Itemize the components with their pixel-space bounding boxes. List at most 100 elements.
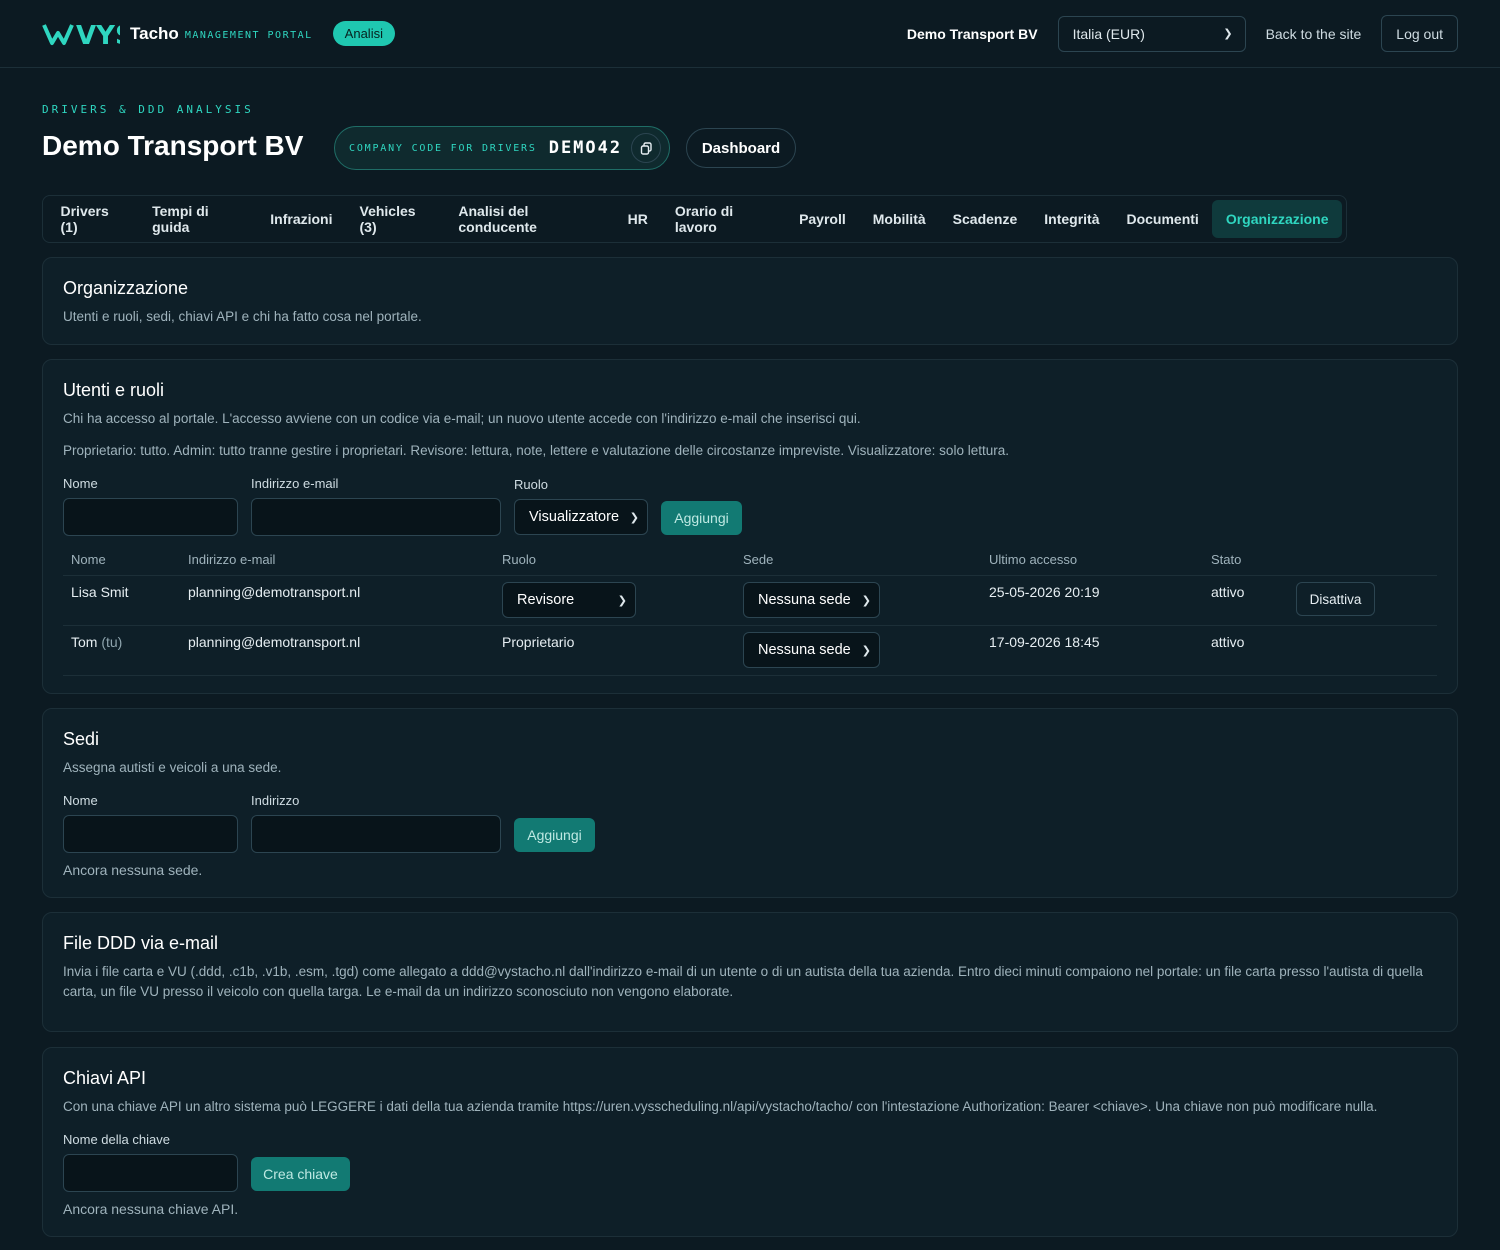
users-title: Utenti e ruoli	[63, 380, 165, 400]
tab-documenti[interactable]: Documenti	[1113, 200, 1212, 238]
eyebrow: DRIVERS & DDD ANALYSIS	[42, 103, 254, 116]
deactivate-button[interactable]: Disattiva	[1296, 582, 1375, 616]
org-desc: Utenti e ruoli, sedi, chiavi API e chi h…	[63, 309, 422, 324]
api-empty: Ancora nessuna chiave API.	[63, 1201, 239, 1217]
api-key-label: Nome della chiave	[63, 1132, 170, 1147]
tab-integrita[interactable]: Integrità	[1031, 200, 1113, 238]
row-last-access: 25-05-2026 20:19	[989, 584, 1100, 600]
copy-icon	[640, 141, 652, 155]
user-name-input[interactable]	[63, 498, 238, 536]
chevron-down-icon: ❯	[617, 594, 627, 607]
sites-desc: Assegna autisti e veicoli a una sede.	[63, 760, 282, 775]
analisi-badge: Analisi	[332, 21, 395, 46]
row-role-value: Revisore	[517, 592, 575, 608]
tab-infrazioni[interactable]: Infrazioni	[257, 200, 346, 238]
col-sede: Sede	[743, 552, 774, 567]
tab-hr[interactable]: HR	[614, 200, 661, 238]
users-desc-1: Chi ha accesso al portale. L'accesso avv…	[63, 411, 861, 426]
tab-scadenze[interactable]: Scadenze	[939, 200, 1031, 238]
table-divider	[63, 575, 1437, 576]
add-user-label: Aggiungi	[674, 510, 729, 526]
user-email-input[interactable]	[251, 498, 501, 536]
company-code-value: DEMO42	[548, 138, 623, 158]
row-email: planning@demotransport.nl	[188, 634, 361, 650]
row-site-select[interactable]: Nessuna sede ❯	[743, 582, 880, 618]
row-name: Tom (tu)	[71, 634, 122, 650]
user-email-label: Indirizzo e-mail	[251, 476, 339, 491]
row-last-access: 17-09-2026 18:45	[989, 634, 1100, 650]
col-ruolo: Ruolo	[502, 552, 536, 567]
company-code-pill: COMPANY CODE FOR DRIVERS DEMO42	[334, 126, 670, 170]
site-address-input[interactable]	[251, 815, 501, 853]
company-name: Demo Transport BV	[906, 25, 1038, 42]
api-keys-card: Chiavi API Con una chiave API un altro s…	[42, 1047, 1458, 1237]
company-code-label: COMPANY CODE FOR DRIVERS	[349, 142, 537, 154]
add-site-label: Aggiungi	[527, 827, 582, 843]
org-title: Organizzazione	[63, 278, 189, 298]
nav-tabs: Drivers (1) Tempi di guida Infrazioni Ve…	[42, 195, 1347, 243]
row-role-select[interactable]: Revisore ❯	[502, 582, 636, 618]
tab-mobilita[interactable]: Mobilità	[859, 200, 939, 238]
col-ultimo-accesso: Ultimo accesso	[989, 552, 1078, 567]
copy-code-button[interactable]	[631, 133, 661, 163]
sites-title: Sedi	[63, 729, 100, 749]
logo[interactable]: VYS Tacho MANAGEMENT PORTAL Analisi	[42, 19, 395, 49]
sites-card: Sedi Assegna autisti e veicoli a una sed…	[42, 708, 1458, 898]
top-bar: VYS Tacho MANAGEMENT PORTAL Analisi Demo…	[0, 0, 1500, 68]
site-address-label: Indirizzo	[251, 793, 300, 808]
dashboard-label: Dashboard	[701, 139, 781, 157]
tab-drivers[interactable]: Drivers (1)	[47, 200, 139, 238]
row-site-value: Nessuna sede	[758, 642, 851, 658]
sites-empty: Ancora nessuna sede.	[63, 862, 203, 878]
create-key-label: Crea chiave	[263, 1166, 338, 1182]
col-email: Indirizzo e-mail	[188, 552, 276, 567]
api-key-input[interactable]	[63, 1154, 238, 1192]
row-site-select[interactable]: Nessuna sede ❯	[743, 632, 880, 668]
row-name-text: Tom	[71, 634, 98, 650]
user-role-select[interactable]: Visualizzatore ❯	[514, 499, 648, 535]
vys-logo-icon: VYS	[42, 21, 120, 49]
add-user-button[interactable]: Aggiungi	[661, 501, 742, 535]
tab-orario-di-lavoro[interactable]: Orario di lavoro	[661, 200, 785, 238]
deactivate-label: Disattiva	[1309, 591, 1362, 607]
user-name-label: Nome	[63, 476, 98, 491]
create-key-button[interactable]: Crea chiave	[251, 1157, 350, 1191]
site-name-label: Nome	[63, 793, 98, 808]
api-title: Chiavi API	[63, 1068, 147, 1088]
tab-payroll[interactable]: Payroll	[786, 200, 860, 238]
country-select[interactable]: Italia (EUR) ❯	[1057, 15, 1246, 52]
dashboard-button[interactable]: Dashboard	[686, 128, 796, 168]
add-site-button[interactable]: Aggiungi	[514, 818, 595, 852]
row-role: Proprietario	[502, 634, 575, 650]
tab-tempi-di-guida[interactable]: Tempi di guida	[139, 200, 257, 238]
row-email: planning@demotransport.nl	[188, 584, 361, 600]
back-to-site-link[interactable]: Back to the site	[1266, 26, 1362, 42]
logout-button[interactable]: Log out	[1381, 15, 1458, 52]
col-stato: Stato	[1211, 552, 1242, 567]
brand-subtitle: MANAGEMENT PORTAL	[184, 30, 313, 41]
tab-vehicles[interactable]: Vehicles (3)	[346, 200, 445, 238]
organization-card: Organizzazione Utenti e ruoli, sedi, chi…	[42, 257, 1458, 345]
user-role-value: Visualizzatore	[529, 509, 620, 525]
tab-analisi-conducente[interactable]: Analisi del conducente	[445, 200, 614, 238]
row-status: attivo	[1211, 634, 1245, 650]
brand-word: Tacho	[130, 23, 179, 43]
row-site-value: Nessuna sede	[758, 592, 851, 608]
row-status: attivo	[1211, 584, 1245, 600]
logout-label: Log out	[1396, 25, 1443, 42]
svg-text:VYS: VYS	[76, 21, 120, 49]
table-divider	[63, 675, 1437, 676]
table-divider	[63, 625, 1437, 626]
chevron-down-icon: ❯	[861, 644, 871, 657]
chevron-down-icon: ❯	[629, 511, 639, 524]
col-nome: Nome	[71, 552, 106, 567]
tab-organizzazione[interactable]: Organizzazione	[1212, 200, 1343, 238]
page-title: Demo Transport BV	[42, 130, 304, 161]
user-role-label: Ruolo	[514, 477, 548, 492]
users-card: Utenti e ruoli Chi ha accesso al portale…	[42, 359, 1458, 694]
users-desc-2: Proprietario: tutto. Admin: tutto tranne…	[63, 443, 1009, 458]
chevron-down-icon: ❯	[861, 594, 871, 607]
site-name-input[interactable]	[63, 815, 238, 853]
ddd-title: File DDD via e-mail	[63, 933, 219, 953]
row-name-suffix: (tu)	[101, 634, 123, 650]
